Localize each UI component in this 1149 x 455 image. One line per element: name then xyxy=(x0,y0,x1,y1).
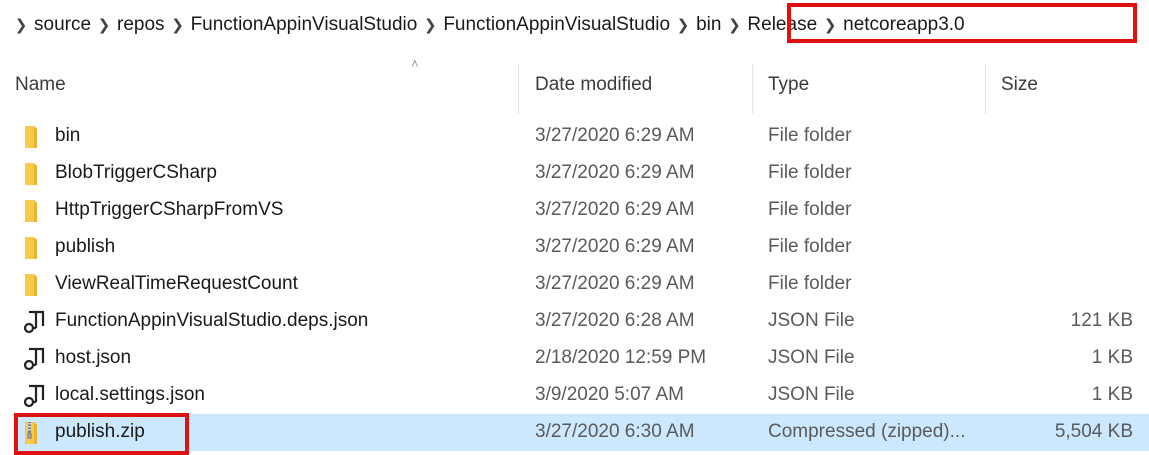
file-date: 2/18/2020 12:59 PM xyxy=(535,347,707,368)
file-name: FunctionAppinVisualStudio.deps.json xyxy=(55,310,369,331)
chevron-right-icon[interactable]: ❯ xyxy=(165,16,191,34)
folder-icon xyxy=(25,274,37,296)
file-name: publish xyxy=(55,236,116,257)
column-header-type[interactable]: Type xyxy=(768,74,809,96)
file-type: File folder xyxy=(768,125,852,146)
breadcrumb-item-source[interactable]: source xyxy=(34,14,91,36)
file-size: 1 KB xyxy=(1091,384,1133,405)
file-date: 3/9/2020 5:07 AM xyxy=(535,384,684,405)
zip-folder-icon xyxy=(25,422,37,444)
breadcrumb-item-repos[interactable]: repos xyxy=(117,14,165,36)
chevron-right-icon[interactable]: ❯ xyxy=(670,16,696,34)
file-row[interactable]: BlobTriggerCSharp 3/27/2020 6:29 AM File… xyxy=(15,155,1149,192)
column-divider[interactable] xyxy=(752,64,753,114)
file-date: 3/27/2020 6:29 AM xyxy=(535,162,695,183)
file-type: Compressed (zipped)... xyxy=(768,421,966,442)
file-name: local.settings.json xyxy=(55,384,205,405)
breadcrumb: ❯ source ❯ repos ❯ FunctionAppinVisualSt… xyxy=(0,0,1149,50)
file-type: File folder xyxy=(768,199,852,220)
chevron-right-icon[interactable]: ❯ xyxy=(91,16,117,34)
breadcrumb-item-bin[interactable]: bin xyxy=(696,14,721,36)
column-divider[interactable] xyxy=(985,64,986,114)
file-type: File folder xyxy=(768,273,852,294)
file-size: 121 KB xyxy=(1070,310,1133,331)
file-row[interactable]: host.json 2/18/2020 12:59 PM JSON File 1… xyxy=(15,340,1149,377)
folder-icon xyxy=(25,200,37,222)
file-name: ViewRealTimeRequestCount xyxy=(55,273,298,294)
file-name: host.json xyxy=(55,347,132,368)
file-row[interactable]: publish 3/27/2020 6:29 AM File folder xyxy=(15,229,1149,266)
file-row[interactable]: local.settings.json 3/9/2020 5:07 AM JSO… xyxy=(15,377,1149,414)
folder-icon xyxy=(25,163,37,185)
column-header-name[interactable]: Name xyxy=(15,74,66,96)
file-date: 3/27/2020 6:28 AM xyxy=(535,310,695,331)
json-file-icon xyxy=(23,310,45,334)
json-file-icon xyxy=(23,347,45,371)
file-row[interactable]: FunctionAppinVisualStudio.deps.json 3/27… xyxy=(15,303,1149,340)
file-date: 3/27/2020 6:29 AM xyxy=(535,199,695,220)
file-row-selected[interactable]: publish.zip 3/27/2020 6:30 AM Compressed… xyxy=(15,414,1149,451)
file-date: 3/27/2020 6:30 AM xyxy=(535,421,695,442)
chevron-right-icon[interactable]: ❯ xyxy=(721,16,747,34)
file-type: JSON File xyxy=(768,347,855,368)
chevron-right-icon[interactable]: ❯ xyxy=(417,16,443,34)
file-name: bin xyxy=(55,125,81,146)
sort-ascending-icon: ˄ xyxy=(411,56,419,71)
file-row[interactable]: HttpTriggerCSharpFromVS 3/27/2020 6:29 A… xyxy=(15,192,1149,229)
column-header-size[interactable]: Size xyxy=(1001,74,1038,96)
file-name: publish.zip xyxy=(55,421,145,442)
chevron-right-icon[interactable]: ❯ xyxy=(8,16,34,34)
file-date: 3/27/2020 6:29 AM xyxy=(535,273,695,294)
file-date: 3/27/2020 6:29 AM xyxy=(535,236,695,257)
file-size: 5,504 KB xyxy=(1054,421,1133,442)
breadcrumb-item-project-subfolder[interactable]: FunctionAppinVisualStudio xyxy=(443,14,670,36)
breadcrumb-item-release[interactable]: Release xyxy=(747,14,817,36)
folder-icon xyxy=(25,237,37,259)
file-type: JSON File xyxy=(768,310,855,331)
file-name: HttpTriggerCSharpFromVS xyxy=(55,199,284,220)
file-size: 1 KB xyxy=(1091,347,1133,368)
column-header-row: ˄ Name Date modified Type Size xyxy=(0,56,1149,114)
file-type: File folder xyxy=(768,236,852,257)
file-date: 3/27/2020 6:29 AM xyxy=(535,125,695,146)
json-file-icon xyxy=(23,384,45,408)
column-divider[interactable] xyxy=(518,64,519,114)
file-name: BlobTriggerCSharp xyxy=(55,162,217,183)
folder-icon xyxy=(25,126,37,148)
file-row[interactable]: ViewRealTimeRequestCount 3/27/2020 6:29 … xyxy=(15,266,1149,303)
file-type: File folder xyxy=(768,162,852,183)
breadcrumb-item-netcoreapp[interactable]: netcoreapp3.0 xyxy=(843,14,965,36)
chevron-right-icon[interactable]: ❯ xyxy=(817,16,843,34)
column-header-date[interactable]: Date modified xyxy=(535,74,652,96)
file-type: JSON File xyxy=(768,384,855,405)
breadcrumb-item-project-folder[interactable]: FunctionAppinVisualStudio xyxy=(191,14,418,36)
file-row[interactable]: bin 3/27/2020 6:29 AM File folder xyxy=(15,118,1149,155)
